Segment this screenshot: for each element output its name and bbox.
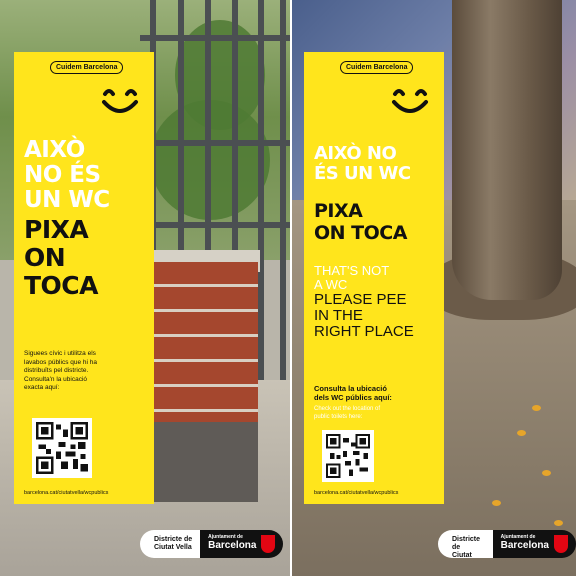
poster-right: Cuidem Barcelona AIXÒ NO ÉS UN WC PIXA O…: [304, 52, 444, 504]
headline-line: UN WC: [24, 187, 110, 213]
district-line: Districte de: [452, 536, 481, 551]
english-black: PLEASE PEE IN THE RIGHT PLACE: [314, 292, 414, 340]
body-line: distribuïts pel districte.: [24, 367, 89, 374]
brick-wall: [150, 262, 258, 422]
headline-white: AIXÒ NO ÉS UN WC: [314, 144, 411, 184]
english-line: THAT'S NOT: [314, 263, 390, 278]
headline-line: PIXA: [314, 200, 363, 222]
fallen-leaf: [532, 405, 541, 411]
headline-line: TOCA: [24, 271, 99, 300]
tree-trunk: [452, 0, 562, 300]
fence-bar: [258, 0, 264, 430]
fence-rail: [140, 222, 290, 228]
smiley-icon: [102, 89, 138, 113]
ajuntament-logo: Ajuntament de Barcelona: [200, 530, 284, 558]
headline-line: NO ÉS: [24, 162, 101, 188]
fallen-leaf: [492, 500, 501, 506]
headline-line: PIXA: [24, 215, 89, 244]
district-logo: Districte de Ciutat Vella Ajuntament de …: [438, 530, 576, 558]
qr-code[interactable]: [322, 430, 374, 482]
fence-rail: [140, 35, 290, 41]
consult-ca: Consulta la ubicació dels WC públics aqu…: [314, 384, 392, 402]
brand-badge: Cuidem Barcelona: [340, 61, 414, 74]
poster-left: Cuidem Barcelona AIXÒ NO ÉS UN WC PIXA O…: [14, 52, 154, 504]
fence-bar: [280, 0, 286, 430]
url-text[interactable]: barcelona.cat/ciutatvella/wcpublics: [24, 490, 108, 496]
photo-left: Cuidem Barcelona AIXÒ NO ÉS UN WC PIXA O…: [0, 0, 290, 576]
url-text[interactable]: barcelona.cat/ciutatvella/wcpublics: [314, 490, 398, 496]
body-line: lavabos públics que hi ha: [24, 358, 97, 366]
district-line: Ciutat Vella: [154, 544, 192, 551]
consult-line: public toilets here:: [314, 413, 363, 420]
headline-line: AIXÒ NO: [314, 143, 397, 164]
district-name: Districte de Ciutat Vella: [438, 530, 493, 558]
body-line: Siguees cívic i utilitza els: [24, 350, 96, 357]
fallen-leaf: [542, 470, 551, 476]
headline-line: ON TOCA: [314, 222, 407, 244]
qr-code[interactable]: [32, 418, 92, 478]
fence-rail: [140, 140, 290, 146]
consult-line: Consulta la ubicació: [314, 384, 387, 393]
headline-line: AIXÒ: [24, 137, 85, 163]
district-name: Districte de Ciutat Vella: [140, 530, 201, 558]
ajuntament-logo: Ajuntament de Barcelona: [492, 530, 576, 558]
body-text-ca: Siguees cívic i utilitza els lavabos púb…: [24, 350, 97, 393]
consult-en: Check out the location of public toilets…: [314, 406, 380, 421]
consult-line: Check out the location of: [314, 406, 381, 412]
consult-line: dels WC públics aquí:: [314, 393, 392, 402]
body-line: exacta aquí:: [24, 384, 60, 391]
headline-white: AIXÒ NO ÉS UN WC: [24, 138, 110, 213]
wall-base: [150, 422, 258, 502]
headline-line: ÉS UN WC: [314, 163, 411, 184]
fallen-leaf: [517, 430, 526, 436]
smiley-icon: [392, 89, 428, 113]
ajuntament-big: Barcelona: [500, 540, 549, 551]
barcelona-shield-icon: [554, 535, 568, 553]
photo-right: Cuidem Barcelona AIXÒ NO ÉS UN WC PIXA O…: [292, 0, 576, 576]
district-logo: Districte de Ciutat Vella Ajuntament de …: [140, 530, 284, 558]
ajuntament-big: Barcelona: [208, 540, 257, 551]
fallen-leaf: [554, 520, 563, 526]
barcelona-shield-icon: [261, 535, 276, 553]
english-line: PLEASE PEE: [314, 291, 407, 308]
district-line: Districte de: [154, 536, 193, 543]
body-line: Consulta'n la ubicació: [24, 375, 88, 383]
brand-badge: Cuidem Barcelona: [50, 61, 124, 74]
headline-black: PIXA ON TOCA: [24, 215, 99, 300]
english-line: A WC: [314, 277, 348, 292]
english-line: IN THE: [314, 307, 363, 324]
english-line: RIGHT PLACE: [314, 323, 414, 340]
district-line: Ciutat Vella: [452, 552, 472, 558]
english-white: THAT'S NOT A WC: [314, 264, 389, 292]
headline-black: PIXA ON TOCA: [314, 200, 407, 244]
headline-line: ON: [24, 243, 66, 272]
